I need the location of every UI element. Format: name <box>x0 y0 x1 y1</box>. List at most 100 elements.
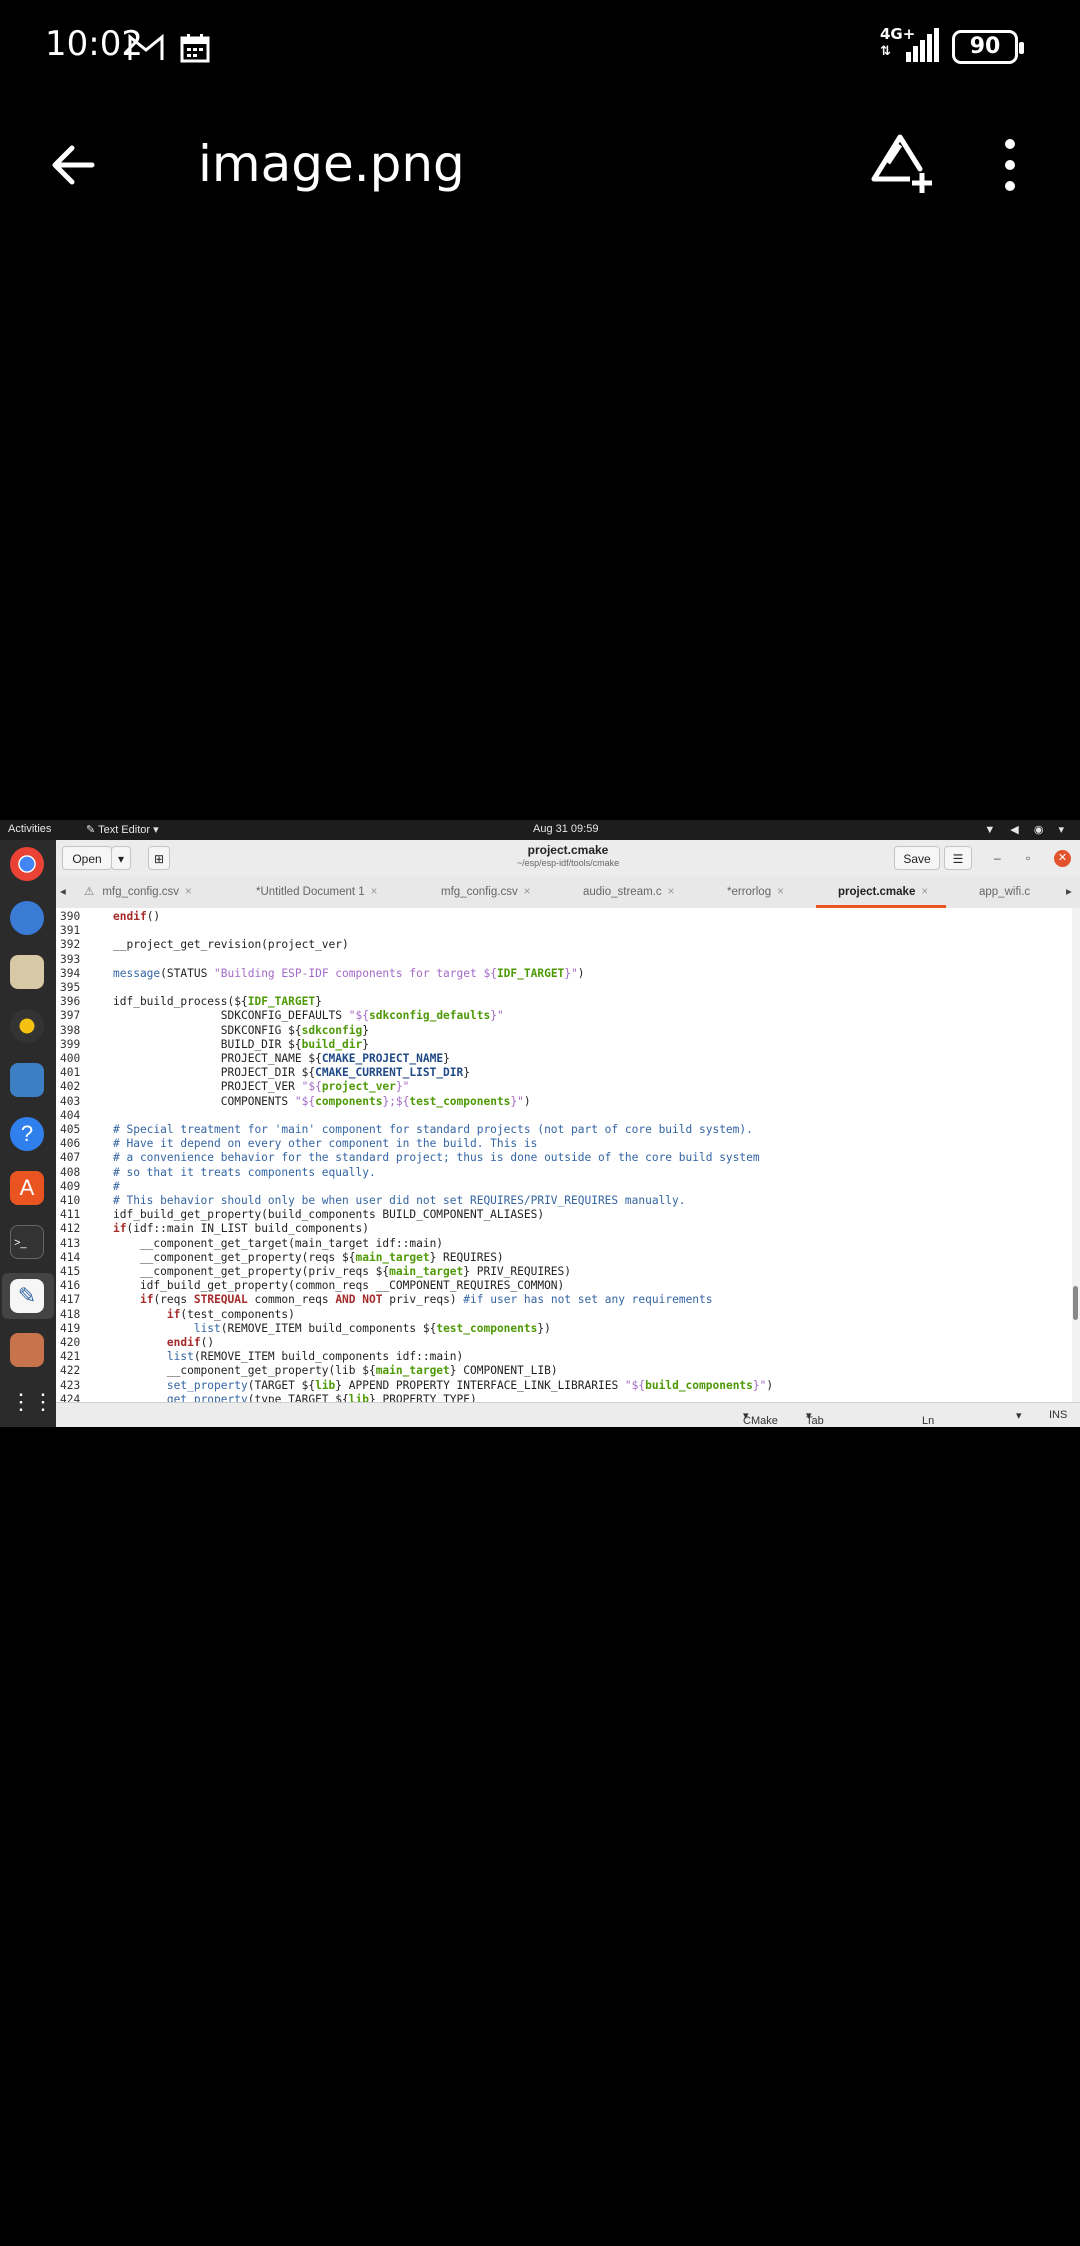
code-line[interactable]: # This behavior should only be when user… <box>113 1194 686 1207</box>
minimize-icon[interactable]: – <box>994 851 1001 865</box>
code-line[interactable]: # <box>113 1180 120 1193</box>
tab-close-icon[interactable]: × <box>668 886 675 898</box>
code-line[interactable]: # a convenience behavior for the standar… <box>113 1151 760 1164</box>
line-number: 394 <box>60 966 81 980</box>
line-number: 409 <box>60 1179 81 1193</box>
cursor-position-label: Ln 452, Col 20 <box>922 1415 935 1427</box>
tab-audio-stream[interactable]: audio_stream.c × <box>583 876 674 908</box>
line-number: 390 <box>60 910 81 923</box>
tab-project-cmake[interactable]: project.cmake × <box>816 876 946 908</box>
line-number: 403 <box>60 1094 81 1108</box>
writer-icon[interactable] <box>10 1063 44 1097</box>
save-button[interactable]: Save <box>894 846 940 870</box>
show-apps-icon[interactable]: ⋮⋮⋮ <box>10 1387 76 1421</box>
code-line[interactable]: idf_build_get_property(build_components … <box>113 1208 544 1221</box>
files-icon[interactable] <box>10 955 44 989</box>
hamburger-menu-icon[interactable]: ☰ <box>944 846 972 870</box>
code-line[interactable]: SDKCONFIG_DEFAULTS "${sdkconfig_defaults… <box>113 1009 504 1022</box>
editor-statusbar: CMake ▾ Tab Width: 8 ▾ Ln 452, Col 20 ▾ … <box>56 1402 1080 1427</box>
code-line[interactable]: __component_get_target(main_target idf::… <box>113 1237 443 1250</box>
line-number: 404 <box>60 1108 81 1122</box>
tab-scroll-right-icon[interactable]: ▸ <box>1066 876 1072 908</box>
tab-close-icon[interactable]: × <box>185 886 192 898</box>
code-line[interactable]: PROJECT_VER "${project_ver}" <box>113 1080 410 1093</box>
code-editor[interactable]: 390 endif() 391 392 __project_get_revision(p… <box>56 908 1072 1406</box>
code-line[interactable]: PROJECT_DIR ${CMAKE_CURRENT_LIST_DIR} <box>113 1066 470 1079</box>
code-line[interactable]: if(test_components) <box>113 1308 295 1321</box>
tab-close-icon[interactable]: × <box>524 886 531 898</box>
line-number: 420 <box>60 1336 81 1349</box>
code-line[interactable]: message(STATUS "Building ESP-IDF compone… <box>113 967 585 980</box>
line-number: 423 <box>60 1378 81 1392</box>
more-options-icon[interactable] <box>1000 139 1020 193</box>
app-menu[interactable]: ✎ Text Editor ▾ <box>86 823 159 836</box>
editor-scrollbar[interactable] <box>1072 908 1080 1402</box>
close-window-icon[interactable]: ✕ <box>1054 850 1071 867</box>
system-tray-icons[interactable]: ▼ ◀ ◉ ▾ <box>984 823 1070 836</box>
tab-width-selector[interactable]: Tab Width: 8 ▾ <box>806 1409 824 1427</box>
code-line[interactable]: if(reqs STREQUAL common_reqs AND NOT pri… <box>113 1293 713 1306</box>
tab-untitled-document[interactable]: *Untitled Document 1 × <box>256 876 377 908</box>
code-line[interactable]: if(idf::main IN_LIST build_components) <box>113 1222 369 1235</box>
dock: ? A >_ ✎ ⋮⋮⋮ <box>0 840 76 1427</box>
text-editor-icon[interactable]: ✎ <box>10 1279 44 1313</box>
edit-add-icon[interactable] <box>870 133 936 195</box>
tab-close-icon[interactable]: × <box>371 886 378 898</box>
line-number: 421 <box>60 1350 81 1364</box>
code-line[interactable]: endif() <box>113 1336 214 1349</box>
tab-close-icon[interactable]: × <box>777 886 784 898</box>
clock[interactable]: Aug 31 09:59 <box>533 823 598 835</box>
software-center-icon[interactable]: A <box>10 1171 44 1205</box>
line-number: 405 <box>60 1123 81 1136</box>
back-arrow-icon[interactable] <box>48 140 98 190</box>
android-status-bar: 10:02 4G+ ⇅ 90 <box>0 0 1080 95</box>
code-line[interactable]: PROJECT_NAME ${CMAKE_PROJECT_NAME} <box>113 1052 450 1065</box>
code-line[interactable]: __component_get_property(lib ${main_targ… <box>113 1364 558 1377</box>
tab-mfg-config-2[interactable]: mfg_config.csv × <box>441 876 530 908</box>
line-number: 410 <box>60 1194 81 1207</box>
code-line[interactable]: endif() <box>113 910 160 923</box>
line-number: 414 <box>60 1250 81 1264</box>
tab-mfg-config-1[interactable]: ⚠ mfg_config.csv × <box>84 876 192 908</box>
language-selector[interactable]: CMake ▾ <box>743 1409 778 1427</box>
tab-errorlog[interactable]: *errorlog × <box>727 876 784 908</box>
code-line[interactable]: set_property(TARGET ${lib} APPEND PROPER… <box>113 1379 773 1392</box>
tab-close-icon[interactable]: × <box>921 886 928 898</box>
line-number: 415 <box>60 1265 81 1278</box>
code-line[interactable]: SDKCONFIG ${sdkconfig} <box>113 1024 369 1037</box>
tab-label: project.cmake <box>838 886 916 898</box>
code-line[interactable]: # Special treatment for 'main' component… <box>113 1123 753 1136</box>
code-line[interactable]: __project_get_revision(project_ver) <box>113 938 349 951</box>
tab-scroll-left-icon[interactable]: ◂ <box>60 876 66 908</box>
line-number: 398 <box>60 1023 81 1037</box>
line-number: 406 <box>60 1137 81 1151</box>
code-line[interactable]: COMPONENTS "${components};${test_compone… <box>113 1095 531 1108</box>
position-dropdown-icon[interactable]: ▾ <box>1016 1409 1022 1422</box>
line-number: 416 <box>60 1279 81 1293</box>
line-number: 411 <box>60 1208 81 1222</box>
code-line[interactable]: list(REMOVE_ITEM build_components idf::m… <box>113 1350 463 1363</box>
activities-button[interactable]: Activities <box>8 823 51 835</box>
code-line[interactable]: idf_build_process(${IDF_TARGET} <box>113 995 322 1008</box>
terminal-icon[interactable]: >_ <box>10 1225 44 1259</box>
code-line[interactable]: # so that it treats components equally. <box>113 1166 376 1179</box>
tab-bar: ◂ ⚠ mfg_config.csv × *Untitled Document 1 ×… <box>56 876 1080 909</box>
thunderbird-icon[interactable] <box>10 901 44 935</box>
gmail-icon <box>128 34 164 60</box>
code-line[interactable]: __component_get_property(reqs ${main_tar… <box>113 1251 504 1264</box>
line-number: 418 <box>60 1307 81 1321</box>
code-line[interactable]: idf_build_get_property(common_reqs __COM… <box>113 1279 564 1292</box>
code-line[interactable]: BUILD_DIR ${build_dir} <box>113 1038 369 1051</box>
code-line[interactable]: __component_get_property(priv_reqs ${mai… <box>113 1265 571 1278</box>
maximize-icon[interactable]: ▫ <box>1026 851 1030 865</box>
code-line[interactable]: # Have it depend on every other componen… <box>113 1137 537 1150</box>
tab-app-wifi[interactable]: app_wifi.c <box>979 876 1030 908</box>
chrome-icon[interactable] <box>10 847 44 881</box>
rhythmbox-icon[interactable] <box>10 1009 44 1043</box>
line-number: 407 <box>60 1151 81 1165</box>
insert-mode[interactable]: INS <box>1049 1409 1067 1421</box>
image-viewer-icon[interactable] <box>10 1333 44 1367</box>
calendar-icon <box>180 34 210 63</box>
help-icon[interactable]: ? <box>10 1117 44 1151</box>
code-line[interactable]: list(REMOVE_ITEM build_components ${test… <box>113 1322 551 1335</box>
